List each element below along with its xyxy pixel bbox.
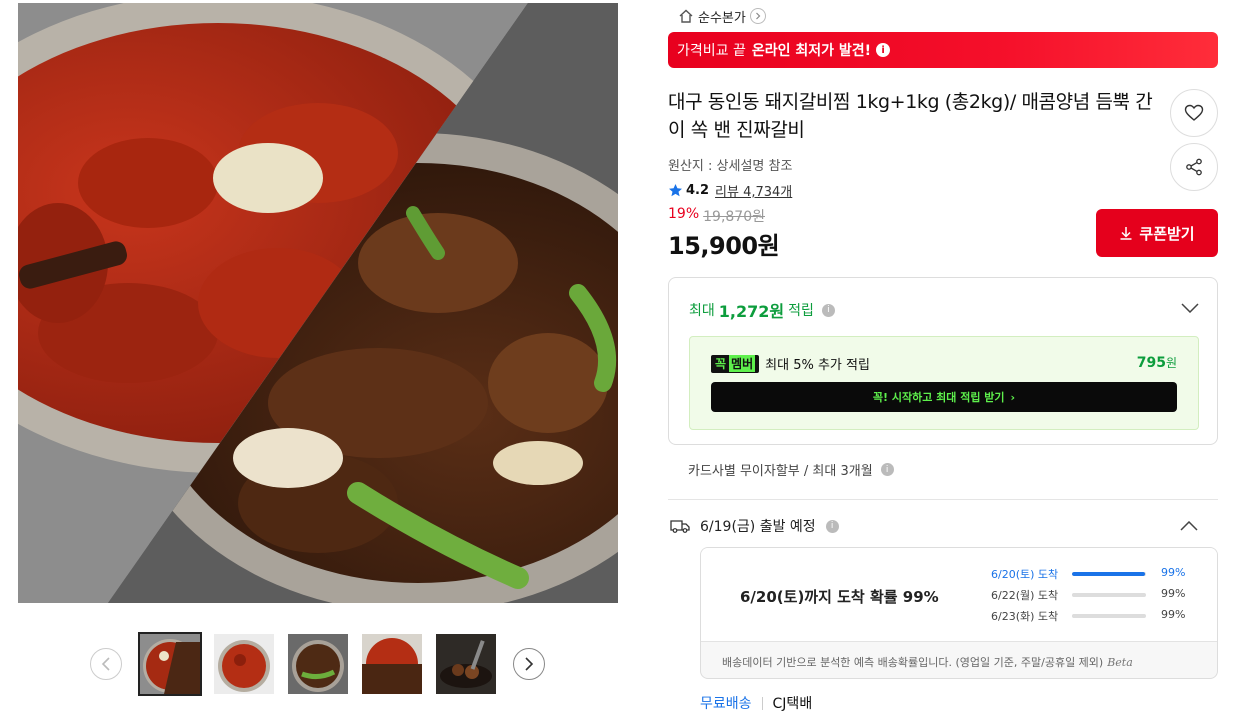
arrival-percent: 99% xyxy=(1161,608,1186,621)
arrival-bar-fill xyxy=(1072,593,1146,597)
info-icon[interactable]: i xyxy=(821,303,835,317)
member-benefit-text: 최대 5% 추가 적립 xyxy=(765,358,870,373)
badge-part-a: 꼭 xyxy=(715,357,727,371)
thumbnail-1[interactable] xyxy=(138,632,202,696)
shipping-method: 무료배송 CJ택배 xyxy=(700,693,812,713)
discount-rate: 19% xyxy=(668,206,700,222)
share-icon xyxy=(1186,158,1202,176)
arrival-row: 6/23(화) 도착 99% xyxy=(991,608,1201,629)
arrival-date: 6/22(월) 도착 xyxy=(991,589,1059,602)
review-count-link[interactable]: 리뷰 4,734개 xyxy=(715,181,792,200)
thumbnail-5[interactable] xyxy=(436,634,496,694)
member-benefit-line: 꼭 멤버 최대 5% 추가 적립 xyxy=(711,354,870,373)
thumbnail-strip xyxy=(90,632,550,696)
badge-part-b: 멤버 xyxy=(729,355,756,372)
brand-name: 순수본가 xyxy=(698,10,746,26)
arrival-percent: 99% xyxy=(1161,566,1186,579)
reward-panel: 최대 1,272원 적립 i 꼭 멤버 최대 5% 추가 적립 795원 꼭! 시… xyxy=(668,277,1218,445)
chevron-down-icon xyxy=(1181,303,1199,314)
membership-badge: 꼭 멤버 xyxy=(711,354,760,373)
wishlist-button[interactable] xyxy=(1170,89,1218,137)
coupon-button[interactable]: 쿠폰받기 xyxy=(1096,209,1218,257)
rating-score: 4.2 xyxy=(686,183,710,198)
product-main-image[interactable] xyxy=(18,3,618,603)
arrival-bar xyxy=(1072,572,1146,576)
arrival-bar-fill xyxy=(1072,614,1146,618)
heart-icon xyxy=(1184,104,1204,121)
reward-collapse-toggle[interactable] xyxy=(1181,298,1199,317)
info-icon[interactable]: i xyxy=(880,463,894,476)
departure-text: 6/19(금) 출발 예정 xyxy=(700,519,816,535)
arrival-row: 6/22(월) 도착 99% xyxy=(991,587,1201,608)
shipping-header: 6/19(금) 출발 예정 i xyxy=(670,516,839,536)
delivery-prediction-top: 6/20(토)까지 도착 확률 99% 6/20(토) 도착 99% 6/22(… xyxy=(701,548,1217,642)
discount-row: 19% 19,870원 xyxy=(668,206,765,226)
origin-info: 원산지 : 상세설명 참조 xyxy=(668,159,793,174)
member-benefit-box: 꼭 멤버 최대 5% 추가 적립 795원 꼭! 시작하고 최대 적립 받기 › xyxy=(689,336,1199,430)
arrival-row: 6/20(토) 도착 99% xyxy=(991,566,1201,587)
prediction-note: 배송데이터 기반으로 분석한 예측 배송확률입니다. (영업일 기준, 주말/공… xyxy=(722,654,1133,670)
star-icon xyxy=(669,184,682,197)
chevron-up-icon xyxy=(1180,520,1198,531)
arrival-bar-fill xyxy=(1072,572,1146,576)
section-divider xyxy=(668,499,1218,500)
chevron-right-icon: › xyxy=(1010,390,1016,404)
info-icon: i xyxy=(876,43,891,57)
lowest-price-banner[interactable]: 가격비교 끝 온라인 최저가 발견! i xyxy=(668,32,1218,68)
chevron-left-icon xyxy=(101,657,110,671)
arrival-bar xyxy=(1072,593,1146,597)
arrival-distribution: 6/20(토) 도착 99% 6/22(월) 도착 99% 6/23(화) 도착… xyxy=(991,566,1201,629)
prediction-note-text: 배송데이터 기반으로 분석한 예측 배송확률입니다. (영업일 기준, 주말/공… xyxy=(722,656,1104,669)
thumbnail-2[interactable] xyxy=(214,634,274,694)
brand-link[interactable]: 순수본가 xyxy=(678,6,766,26)
reward-prefix: 최대 xyxy=(689,303,715,319)
truck-icon xyxy=(670,520,690,533)
sale-price: 15,900원 xyxy=(668,232,780,260)
download-icon xyxy=(1120,227,1132,240)
rating-summary: 4.2 리뷰 4,734개 xyxy=(668,181,792,200)
thumbnail-3[interactable] xyxy=(288,634,348,694)
installment-info: 카드사별 무이자할부 / 최대 3개월 i xyxy=(688,460,894,479)
arrival-date: 6/20(토) 도착 xyxy=(991,568,1059,581)
promo-prefix: 가격비교 끝 xyxy=(677,43,746,59)
reward-summary: 최대 1,272원 적립 i xyxy=(689,298,835,322)
carrier-name: CJ택배 xyxy=(772,696,813,712)
original-price: 19,870원 xyxy=(703,209,765,225)
arrival-bar xyxy=(1072,614,1146,618)
arrival-probability: 6/20(토)까지 도착 확률 99% xyxy=(740,588,939,606)
beta-label: Beta xyxy=(1107,656,1133,669)
reward-amount: 1,272원 xyxy=(718,302,785,321)
installment-text: 카드사별 무이자할부 / 최대 3개월 xyxy=(688,464,873,479)
chevron-right-icon xyxy=(525,657,534,671)
product-title: 대구 동인동 돼지갈비찜 1kg+1kg (총2kg)/ 매콤양념 듬뿍 간이 … xyxy=(668,91,1153,141)
share-button[interactable] xyxy=(1170,143,1218,191)
promo-highlight: 온라인 최저가 발견! xyxy=(751,43,872,59)
arrival-percent: 99% xyxy=(1161,587,1186,600)
separator xyxy=(761,696,763,710)
reward-suffix: 적립 xyxy=(788,303,814,319)
free-shipping-label: 무료배송 xyxy=(700,696,752,712)
member-amount-unit: 원 xyxy=(1165,356,1177,370)
member-amount-value: 795 xyxy=(1136,355,1166,371)
shipping-collapse-toggle[interactable] xyxy=(1180,516,1198,535)
home-icon xyxy=(679,9,693,23)
thumbnail-4[interactable] xyxy=(362,634,422,694)
delivery-prediction-box: 6/20(토)까지 도착 확률 99% 6/20(토) 도착 99% 6/22(… xyxy=(700,547,1218,679)
coupon-label: 쿠폰받기 xyxy=(1139,224,1195,243)
next-image-button[interactable] xyxy=(513,648,545,680)
brand-chevron-icon xyxy=(749,8,766,24)
info-icon[interactable]: i xyxy=(825,519,839,533)
prev-image-button[interactable] xyxy=(90,648,122,680)
membership-cta-label: 꼭! 시작하고 최대 적립 받기 xyxy=(872,391,1005,404)
arrival-date: 6/23(화) 도착 xyxy=(991,610,1059,623)
membership-cta-button[interactable]: 꼭! 시작하고 최대 적립 받기 › xyxy=(711,382,1177,412)
member-benefit-amount: 795원 xyxy=(1137,354,1177,371)
